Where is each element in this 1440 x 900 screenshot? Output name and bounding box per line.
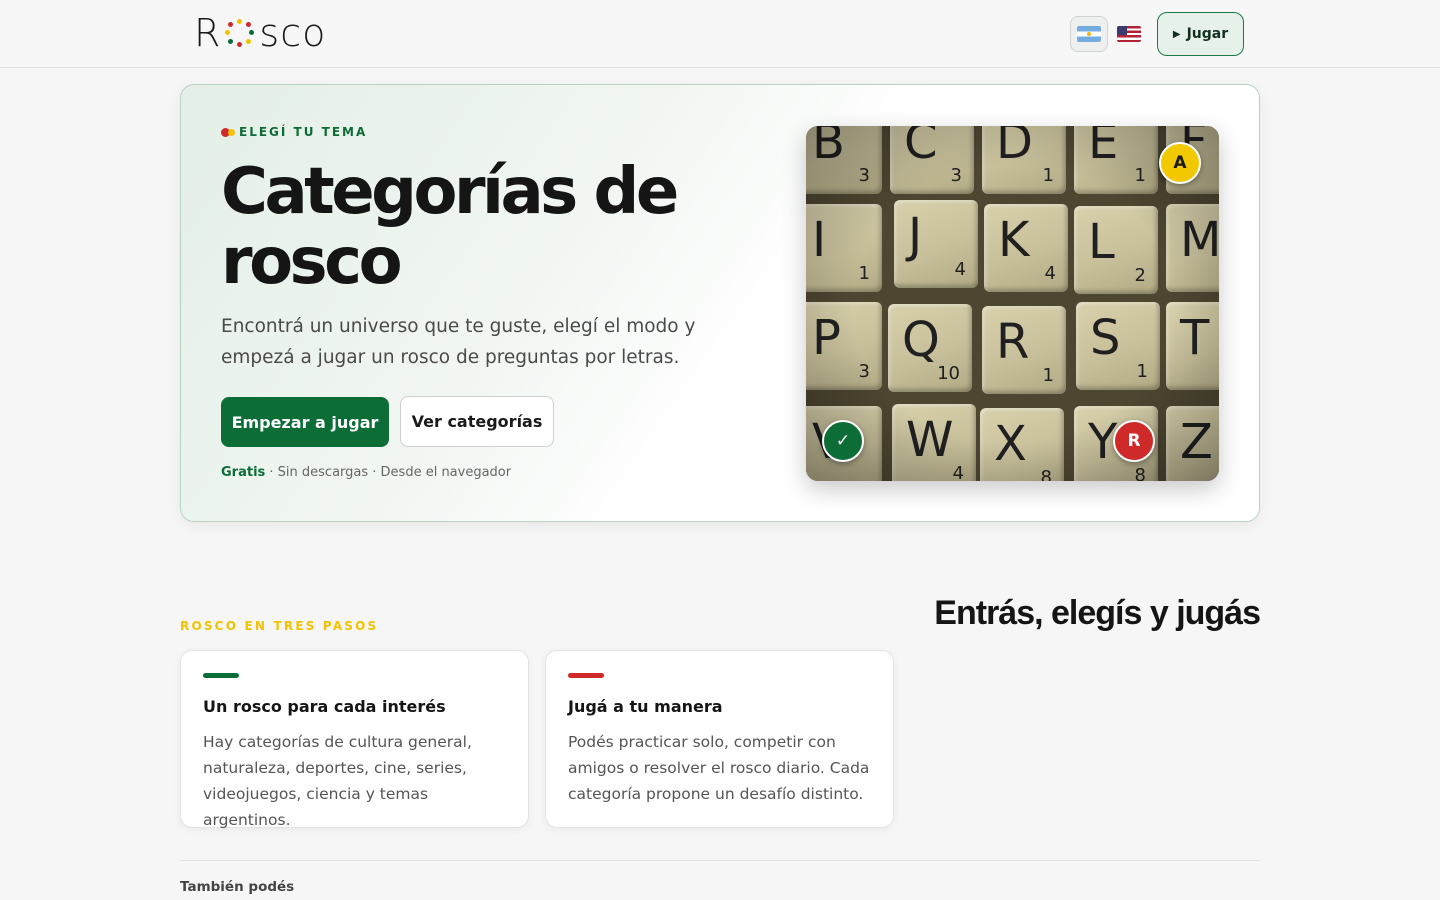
letter-tile: S1: [1076, 302, 1160, 390]
hero-title: Categorías de rosco: [221, 155, 679, 299]
tile-letter: T: [1180, 310, 1210, 366]
tile-points: 1: [1134, 165, 1146, 186]
hero-eyebrow-text: ELEGÍ TU TEMA: [239, 125, 368, 139]
letter-tile: C3: [890, 126, 974, 194]
tile-points: 1: [1136, 361, 1148, 382]
tile-points: 4: [952, 463, 964, 481]
letter-tile: K4: [984, 204, 1068, 292]
language-en-us-button[interactable]: [1110, 16, 1148, 52]
letter-tile: T: [1166, 302, 1219, 390]
letter-tile: L2: [1074, 206, 1158, 294]
also-can-heading: También podés: [180, 879, 295, 895]
hero-card: ELEGÍ TU TEMA Categorías de rosco Encont…: [180, 84, 1260, 522]
step-title: Un rosco para cada interés: [203, 697, 446, 716]
language-es-ar-button[interactable]: [1070, 16, 1108, 52]
view-categories-button[interactable]: Ver categorías: [400, 396, 554, 447]
tile-letter: S: [1090, 310, 1121, 366]
tile-points: 3: [858, 165, 870, 186]
hero-eyebrow: ELEGÍ TU TEMA: [221, 125, 367, 139]
letter-r-badge: R: [1113, 420, 1155, 462]
tile-letter: K: [998, 212, 1030, 268]
tile-letter: I: [812, 212, 827, 268]
letter-tile: Z: [1166, 406, 1219, 481]
letter-tile: J4: [894, 200, 978, 288]
step-accent-bar: [568, 673, 604, 678]
tile-letter: B: [812, 126, 845, 170]
header-play-label: Jugar: [1186, 26, 1229, 42]
site-header: R SCO ▶ Jugar: [0, 0, 1440, 68]
letter-tile: P3: [806, 302, 882, 390]
letter-tile: B3: [806, 126, 882, 194]
tile-points: 3: [858, 361, 870, 382]
tile-points: 1: [1042, 365, 1054, 386]
usa-flag-icon: [1117, 26, 1141, 42]
letter-tile: E1: [1074, 126, 1158, 194]
tile-letter: L: [1088, 214, 1115, 270]
tile-letter: M: [1180, 212, 1219, 268]
tile-points: 1: [858, 263, 870, 284]
tile-letter: W: [906, 412, 954, 468]
eyebrow-dots-icon: [221, 127, 237, 137]
letter-tile: D1: [982, 126, 1066, 194]
letter-tile: W4: [892, 404, 976, 481]
tile-letter: Z: [1180, 414, 1213, 470]
hero-meta-free: Gratis: [221, 465, 266, 480]
step-card: Jugá a tu manera Podés practicar solo, c…: [545, 650, 894, 828]
tile-letter: J: [908, 208, 923, 264]
letter-tile: Q 10: [888, 304, 972, 392]
play-icon: ▶: [1172, 28, 1181, 40]
letter-tile: I1: [806, 204, 882, 292]
hero-meta-rest: · Sin descargas · Desde el navegador: [265, 465, 512, 480]
logo-letters-sco: SCO: [259, 11, 327, 55]
tile-letter: E: [1088, 126, 1119, 170]
tile-letter: P: [812, 310, 841, 366]
tile-letter: Q: [902, 312, 940, 368]
tile-letter: X: [994, 416, 1027, 472]
logo-ring-icon: [225, 18, 255, 48]
tile-letter: R: [996, 314, 1030, 370]
step-accent-bar: [203, 673, 239, 678]
tile-points: 3: [950, 165, 962, 186]
letter-tile: X8: [980, 408, 1064, 481]
rosco-logo[interactable]: R SCO: [194, 11, 327, 55]
letter-tile: M: [1166, 204, 1219, 292]
start-playing-button[interactable]: Empezar a jugar: [221, 397, 389, 447]
tile-points: 4: [1044, 263, 1056, 284]
letter-a-badge: A: [1159, 142, 1201, 184]
argentina-flag-icon: [1077, 26, 1101, 42]
steps-heading: Entrás, elegís y jugás: [934, 594, 1261, 632]
tile-letter: D: [996, 126, 1033, 170]
steps-eyebrow: ROSCO EN TRES PASOS: [180, 619, 379, 633]
tile-points: 4: [954, 259, 966, 280]
step-text: Hay categorías de cultura general, natur…: [203, 733, 472, 829]
tile-points: 8: [1134, 465, 1146, 481]
correct-check-badge: ✓: [822, 420, 864, 462]
header-play-button[interactable]: ▶ Jugar: [1157, 12, 1244, 56]
hero-meta: Gratis · Sin descargas · Desde el navega…: [221, 465, 511, 480]
step-card: Un rosco para cada interés Hay categoría…: [180, 650, 529, 829]
section-divider: [180, 860, 1260, 861]
tile-points: 1: [1042, 165, 1054, 186]
step-text: Podés practicar solo, competir con amigo…: [568, 733, 870, 803]
tile-letter: C: [904, 126, 938, 170]
logo-letter-r: R: [194, 11, 222, 55]
letter-tile: R1: [982, 306, 1066, 394]
tile-points: 8: [1040, 467, 1052, 481]
tile-points: 2: [1134, 265, 1146, 286]
hero-subtitle: Encontrá un universo que te guste, elegí…: [221, 316, 696, 368]
tile-points: 10: [937, 363, 960, 384]
letter-tiles-image: B3C3D1E1FI1J4K4L2MP3Q10R1S1TVW4X8Y8Z A ✓…: [806, 126, 1219, 481]
step-title: Jugá a tu manera: [568, 697, 723, 716]
